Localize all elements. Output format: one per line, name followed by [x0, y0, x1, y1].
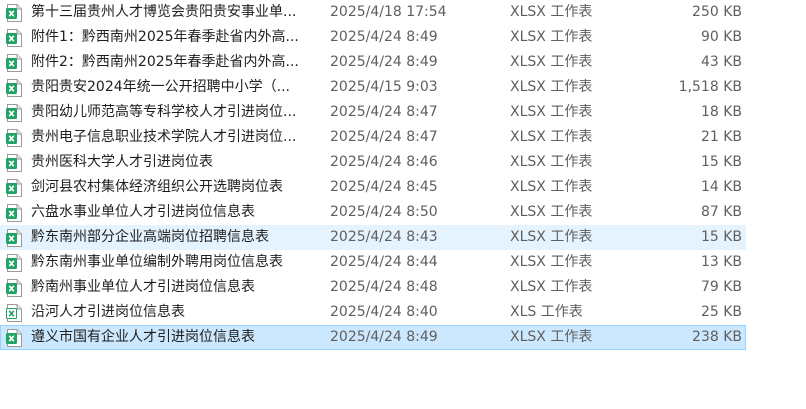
file-modified-date: 2025/4/24 8:48: [330, 279, 438, 295]
file-name: 黔东南州部分企业高端岗位招聘信息表: [31, 229, 269, 245]
xlsx-file-icon: [6, 254, 22, 272]
file-row[interactable]: 附件2：黔西南州2025年春季赴省内外高... 2025/4/24 8:49 X…: [0, 50, 746, 75]
file-row[interactable]: 遵义市国有企业人才引进岗位信息表 2025/4/24 8:49 XLSX 工作表…: [0, 325, 746, 350]
file-type: XLSX 工作表: [510, 4, 593, 20]
file-size: 90 KB: [700, 29, 742, 45]
file-row[interactable]: 附件1：黔西南州2025年春季赴省内外高... 2025/4/24 8:49 X…: [0, 25, 746, 50]
file-row[interactable]: 贵阳贵安2024年统一公开招聘中小学（... 2025/4/15 9:03 XL…: [0, 75, 746, 100]
file-size: 13 KB: [700, 254, 742, 270]
file-row[interactable]: 贵阳幼儿师范高等专科学校人才引进岗位... 2025/4/24 8:47 XLS…: [0, 100, 746, 125]
xlsx-file-icon: [6, 104, 22, 122]
file-type: XLSX 工作表: [510, 329, 593, 345]
file-size: 87 KB: [700, 204, 742, 220]
file-modified-date: 2025/4/24 8:47: [330, 104, 438, 120]
file-type: XLSX 工作表: [510, 204, 593, 220]
xlsx-file-icon: [6, 279, 22, 297]
file-name: 贵阳贵安2024年统一公开招聘中小学（...: [31, 79, 290, 95]
file-size: 18 KB: [700, 104, 742, 120]
file-row[interactable]: 剑河县农村集体经济组织公开选聘岗位表 2025/4/24 8:45 XLSX 工…: [0, 175, 746, 200]
file-type: XLSX 工作表: [510, 254, 593, 270]
xlsx-file-icon: [6, 229, 22, 247]
file-size: 250 KB: [692, 4, 742, 20]
xlsx-file-icon: [6, 29, 22, 47]
file-type: XLSX 工作表: [510, 29, 593, 45]
file-name: 第十三届贵州人才博览会贵阳贵安事业单...: [31, 4, 297, 20]
file-row[interactable]: 沿河人才引进岗位信息表 2025/4/24 8:40 XLS 工作表 25 KB: [0, 300, 746, 325]
xlsx-file-icon: [6, 129, 22, 147]
file-name: 黔东南州事业单位编制外聘用岗位信息表: [31, 254, 283, 270]
file-name: 沿河人才引进岗位信息表: [31, 304, 185, 320]
file-type: XLSX 工作表: [510, 229, 593, 245]
file-type: XLSX 工作表: [510, 179, 593, 195]
file-modified-date: 2025/4/24 8:50: [330, 204, 438, 220]
file-size: 15 KB: [700, 154, 742, 170]
xls-file-icon: [6, 304, 22, 322]
file-size: 1,518 KB: [678, 79, 742, 95]
file-modified-date: 2025/4/24 8:44: [330, 254, 438, 270]
file-row[interactable]: 六盘水事业单位人才引进岗位信息表 2025/4/24 8:50 XLSX 工作表…: [0, 200, 746, 225]
file-name: 剑河县农村集体经济组织公开选聘岗位表: [31, 179, 283, 195]
file-modified-date: 2025/4/24 8:40: [330, 304, 438, 320]
file-name: 贵州电子信息职业技术学院人才引进岗位...: [31, 129, 297, 145]
file-size: 79 KB: [700, 279, 742, 295]
file-row[interactable]: 贵州电子信息职业技术学院人才引进岗位... 2025/4/24 8:47 XLS…: [0, 125, 746, 150]
file-modified-date: 2025/4/24 8:49: [330, 54, 438, 70]
file-type: XLSX 工作表: [510, 279, 593, 295]
file-size: 21 KB: [700, 129, 742, 145]
file-name: 附件1：黔西南州2025年春季赴省内外高...: [31, 29, 299, 45]
file-type: XLSX 工作表: [510, 154, 593, 170]
file-type: XLSX 工作表: [510, 79, 593, 95]
file-type: XLSX 工作表: [510, 54, 593, 70]
file-size: 25 KB: [700, 304, 742, 320]
file-modified-date: 2025/4/18 17:54: [330, 4, 447, 20]
file-row[interactable]: 第十三届贵州人才博览会贵阳贵安事业单... 2025/4/18 17:54 XL…: [0, 0, 746, 25]
xlsx-file-icon: [6, 54, 22, 72]
xlsx-file-icon: [6, 204, 22, 222]
file-name: 贵州医科大学人才引进岗位表: [31, 154, 213, 170]
file-row[interactable]: 贵州医科大学人才引进岗位表 2025/4/24 8:46 XLSX 工作表 15…: [0, 150, 746, 175]
file-size: 238 KB: [692, 329, 742, 345]
file-name: 贵阳幼儿师范高等专科学校人才引进岗位...: [31, 104, 297, 120]
file-size: 14 KB: [700, 179, 742, 195]
file-name: 六盘水事业单位人才引进岗位信息表: [31, 204, 255, 220]
file-row[interactable]: 黔南州事业单位人才引进岗位信息表 2025/4/24 8:48 XLSX 工作表…: [0, 275, 746, 300]
xlsx-file-icon: [6, 154, 22, 172]
xlsx-file-icon: [6, 79, 22, 97]
file-modified-date: 2025/4/24 8:46: [330, 154, 438, 170]
file-name: 遵义市国有企业人才引进岗位信息表: [31, 329, 255, 345]
file-name: 黔南州事业单位人才引进岗位信息表: [31, 279, 255, 295]
xlsx-file-icon: [6, 329, 22, 347]
file-row[interactable]: 黔东南州事业单位编制外聘用岗位信息表 2025/4/24 8:44 XLSX 工…: [0, 250, 746, 275]
xlsx-file-icon: [6, 179, 22, 197]
file-type: XLSX 工作表: [510, 129, 593, 145]
file-modified-date: 2025/4/24 8:43: [330, 229, 438, 245]
file-type: XLS 工作表: [510, 304, 583, 320]
file-modified-date: 2025/4/24 8:47: [330, 129, 438, 145]
file-modified-date: 2025/4/24 8:49: [330, 329, 438, 345]
file-name: 附件2：黔西南州2025年春季赴省内外高...: [31, 54, 299, 70]
file-size: 15 KB: [700, 229, 742, 245]
file-modified-date: 2025/4/15 9:03: [330, 79, 438, 95]
file-row[interactable]: 黔东南州部分企业高端岗位招聘信息表 2025/4/24 8:43 XLSX 工作…: [0, 225, 746, 250]
file-type: XLSX 工作表: [510, 104, 593, 120]
file-modified-date: 2025/4/24 8:49: [330, 29, 438, 45]
xlsx-file-icon: [6, 4, 22, 22]
file-size: 43 KB: [700, 54, 742, 70]
file-modified-date: 2025/4/24 8:45: [330, 179, 438, 195]
